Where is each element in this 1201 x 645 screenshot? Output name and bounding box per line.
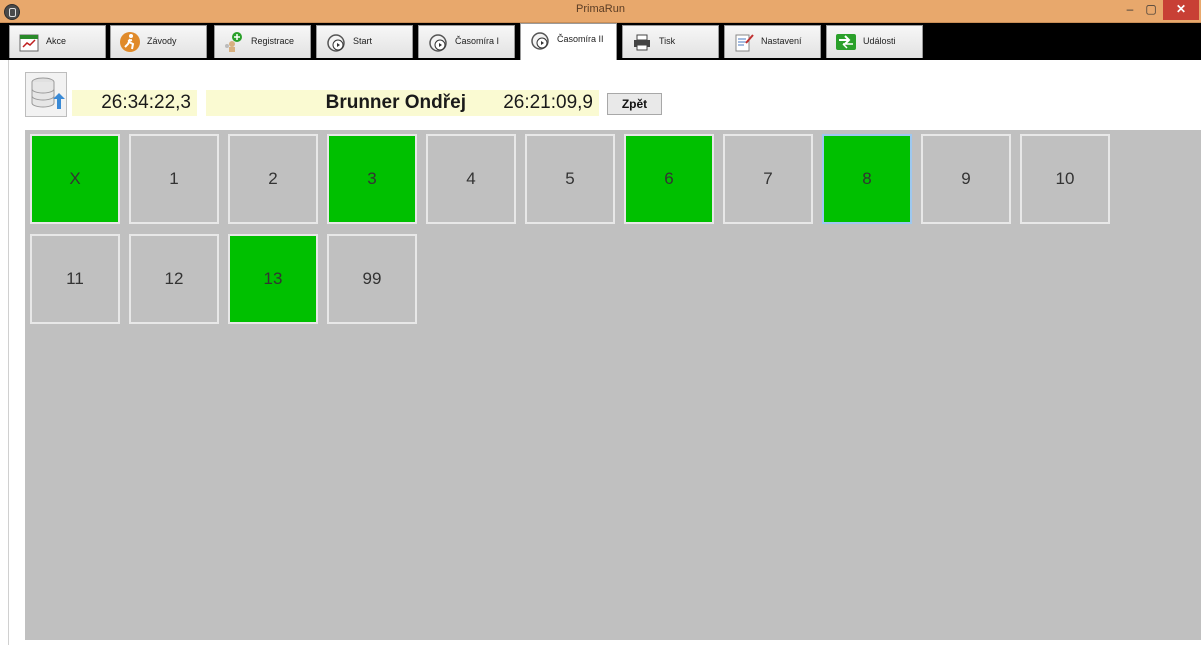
tile-13[interactable]: 13 [228, 234, 318, 324]
tile-6[interactable]: 6 [624, 134, 714, 224]
add-user-icon [225, 32, 242, 52]
tab-label: Časomíra I [455, 36, 500, 46]
back-button[interactable]: Zpět [607, 93, 662, 115]
tab-label: Závody [147, 36, 177, 46]
tile-99[interactable]: 99 [327, 234, 417, 324]
database-upload-button[interactable] [25, 72, 67, 117]
tab-label: Události [863, 36, 896, 46]
tile-x[interactable]: X [30, 134, 120, 224]
tile-8[interactable]: 8 [822, 134, 912, 224]
tile-12[interactable]: 12 [129, 234, 219, 324]
calendar-icon [19, 34, 39, 52]
tab-strip: Akce Závody Registrace Start Časomíra I … [0, 23, 1201, 60]
settings-icon [735, 34, 754, 52]
tab-label: Registrace [251, 36, 295, 46]
runner-icon [120, 32, 140, 52]
tile-9[interactable]: 9 [921, 134, 1011, 224]
total-time: 26:34:22,3 [72, 90, 197, 116]
tab-casomira-2[interactable]: Časomíra II [520, 23, 617, 60]
tile-5[interactable]: 5 [525, 134, 615, 224]
database-upload-icon [31, 77, 65, 109]
tab-label: Akce [46, 36, 67, 46]
maximize-button[interactable]: ▢ [1141, 0, 1161, 20]
stopwatch-icon [531, 32, 549, 50]
tile-panel: X 1 2 3 4 5 6 7 8 9 10 11 12 13 99 [25, 130, 1201, 640]
tile-4[interactable]: 4 [426, 134, 516, 224]
runner-time: 26:21:09,9 [474, 90, 599, 116]
stopwatch-icon [429, 34, 447, 52]
tab-akce[interactable]: Akce [9, 25, 106, 58]
tab-tisk[interactable]: Tisk [622, 25, 719, 58]
minimize-button[interactable]: – [1119, 0, 1141, 20]
tile-10[interactable]: 10 [1020, 134, 1110, 224]
stopwatch-icon [327, 34, 345, 52]
tab-nastaveni[interactable]: Nastavení [724, 25, 821, 58]
tab-start[interactable]: Start [316, 25, 413, 58]
events-icon [836, 34, 856, 50]
tab-udalosti[interactable]: Události [826, 25, 923, 58]
window-title: PrimaRun [576, 3, 625, 15]
printer-icon [634, 34, 650, 51]
tile-2[interactable]: 2 [228, 134, 318, 224]
tab-label: Tisk [659, 36, 676, 46]
tile-1[interactable]: 1 [129, 134, 219, 224]
tile-11[interactable]: 11 [30, 234, 120, 324]
tab-label: Start [353, 36, 373, 46]
tab-registrace[interactable]: Registrace [214, 25, 311, 58]
tile-7[interactable]: 7 [723, 134, 813, 224]
left-border [8, 60, 9, 645]
title-bar: PrimaRun – ▢ ✕ [0, 0, 1201, 23]
tab-label: Nastavení [761, 36, 802, 46]
tab-zavody[interactable]: Závody [110, 25, 207, 58]
tile-3[interactable]: 3 [327, 134, 417, 224]
tab-casomira-1[interactable]: Časomíra I [418, 25, 515, 58]
close-button[interactable]: ✕ [1163, 0, 1199, 20]
tab-label: Časomíra II [557, 34, 604, 44]
runner-name: Brunner Ondřej [206, 90, 474, 116]
